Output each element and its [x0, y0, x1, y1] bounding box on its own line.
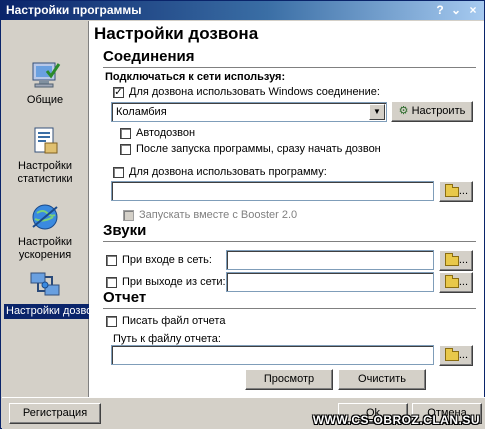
connection-select-value: Коламбия	[116, 106, 167, 118]
launch-with-booster-label: Запускать вместе с Booster 2.0	[139, 209, 298, 221]
sidebar-item-label: Настройки статистики	[17, 160, 73, 185]
help-button[interactable]: ?	[433, 2, 447, 18]
sidebar-item-label: Настройки ускорения	[18, 236, 72, 261]
browse-connect-sound-button[interactable]: ...	[439, 250, 473, 271]
section-divider	[103, 241, 476, 243]
pin-button[interactable]: ⌄	[449, 2, 463, 18]
sidebar-item-speedup[interactable]: Настройки ускорения	[4, 201, 86, 262]
browse-report-button[interactable]: ...	[439, 345, 473, 366]
folder-icon	[445, 253, 459, 266]
sidebar-item-general[interactable]: Общие	[4, 59, 86, 107]
dial-on-start-label: После запуска программы, сразу начать до…	[136, 143, 381, 155]
page-title: Настройки дозвона	[94, 24, 259, 43]
sidebar-item-dialup[interactable]: Настройки дозвона	[4, 269, 107, 319]
use-windows-connection-label: Для дозвона использовать Windows соедине…	[129, 86, 380, 98]
use-windows-connection-checkbox[interactable]: ✓	[113, 87, 124, 98]
use-program-label: Для дозвона использовать программу:	[129, 166, 327, 178]
report-path-input[interactable]	[111, 345, 434, 365]
sidebar-item-label: Общие	[26, 94, 64, 106]
settings-window: Настройки программы ? ⌄ × Общие Настройк…	[0, 0, 485, 429]
close-button[interactable]: ×	[466, 2, 480, 18]
autodial-checkbox[interactable]	[120, 128, 131, 139]
write-report-checkbox[interactable]	[106, 316, 117, 327]
monitor-check-icon	[32, 62, 61, 88]
section-connections-title: Соединения	[103, 48, 195, 65]
view-report-button[interactable]: Просмотр	[245, 369, 333, 390]
folder-icon	[445, 348, 459, 361]
sound-on-connect-input[interactable]	[226, 250, 434, 270]
register-button[interactable]: Регистрация	[9, 403, 101, 424]
report-path-label: Путь к файлу отчета:	[113, 333, 221, 345]
autodial-label: Автодозвон	[136, 127, 196, 139]
section-report-title: Отчет	[103, 289, 147, 306]
section-sounds-title: Звуки	[103, 222, 147, 239]
network-computers-icon	[30, 272, 60, 296]
clear-report-button[interactable]: Очистить	[338, 369, 426, 390]
globe-speed-icon	[32, 204, 58, 230]
use-program-checkbox[interactable]	[113, 167, 124, 178]
window-title: Настройки программы	[6, 3, 142, 17]
watermark: WWW.CS-OBROZ.CLAN.SU	[312, 413, 480, 427]
section-divider	[103, 67, 476, 69]
configure-button[interactable]: ⚙ Настроить	[391, 101, 473, 122]
folder-icon	[445, 184, 459, 197]
folder-icon	[445, 275, 459, 288]
browse-disconnect-sound-button[interactable]: ...	[439, 272, 473, 293]
sidebar: Общие Настройки статистики Настройки уск…	[2, 21, 107, 397]
title-bar: Настройки программы ? ⌄ ×	[1, 1, 484, 20]
connection-select[interactable]: Коламбия ▼	[111, 102, 387, 122]
section-divider	[103, 308, 476, 310]
sidebar-item-statistics[interactable]: Настройки статистики	[4, 125, 86, 186]
dial-on-start-checkbox[interactable]	[120, 144, 131, 155]
launch-with-booster-checkbox[interactable]	[123, 210, 134, 221]
connect-using-label: Подключаться к сети используя:	[105, 71, 286, 83]
write-report-label: Писать файл отчета	[122, 315, 226, 327]
program-path-input[interactable]	[111, 181, 434, 201]
statistics-sheet-icon	[34, 127, 58, 154]
browse-program-button[interactable]: ...	[439, 181, 473, 202]
sound-on-disconnect-input[interactable]	[226, 272, 434, 292]
sound-on-disconnect-label: При выходе из сети:	[122, 276, 226, 288]
content-panel: Настройки дозвона Соединения Подключатьс…	[89, 21, 484, 397]
sound-on-connect-checkbox[interactable]	[106, 255, 117, 266]
chevron-down-icon[interactable]: ▼	[369, 104, 385, 120]
sound-on-connect-label: При входе в сеть:	[122, 254, 212, 266]
gear-icon: ⚙	[398, 105, 409, 117]
configure-button-label: Настроить	[411, 105, 466, 117]
sound-on-disconnect-checkbox[interactable]	[106, 277, 117, 288]
